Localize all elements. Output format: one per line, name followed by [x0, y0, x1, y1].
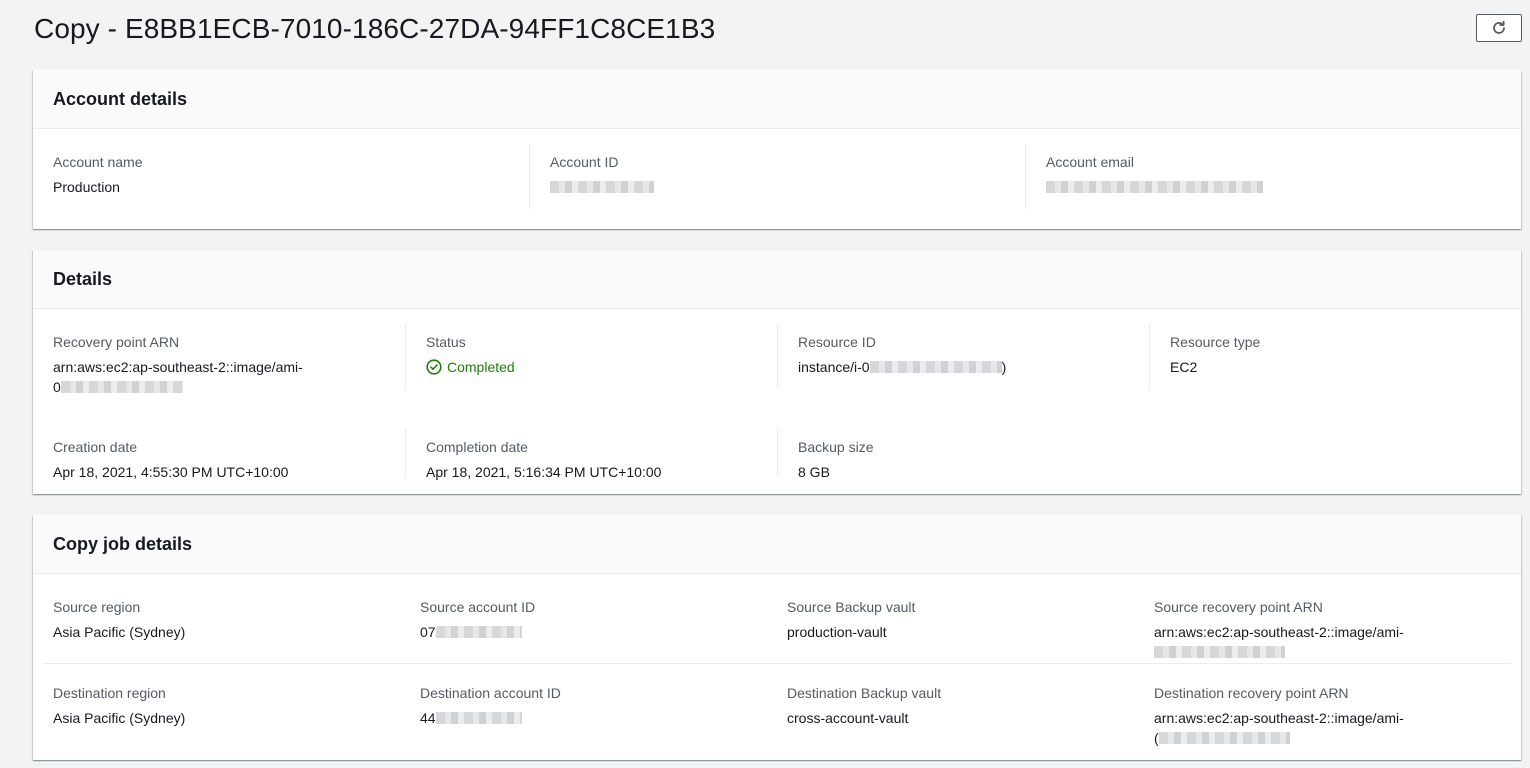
account-details-header: Account details: [33, 70, 1521, 129]
creation-date-field: Creation date Apr 18, 2021, 4:55:30 PM U…: [33, 437, 406, 482]
recovery-point-arn-text-2: 0: [53, 379, 61, 395]
copy-job-details-title: Copy job details: [53, 533, 193, 554]
source-account-id-prefix: 07: [420, 624, 436, 640]
backup-size-value: 8 GB: [798, 464, 830, 480]
destination-backup-vault-value: cross-account-vault: [787, 710, 909, 726]
resource-type-value: EC2: [1170, 359, 1198, 375]
account-name-field: Account name Production: [33, 152, 530, 209]
resource-type-field: Resource type EC2: [1149, 324, 1521, 389]
status-label: Status: [426, 334, 466, 350]
destination-region-value: Asia Pacific (Sydney): [53, 710, 186, 726]
account-name-value: Production: [53, 179, 120, 195]
redacted-account-id: [550, 181, 654, 193]
backup-size-label: Backup size: [798, 439, 874, 455]
source-region-field: Source region Asia Pacific (Sydney): [33, 597, 400, 642]
source-recovery-point-arn-value: arn:aws:ec2:ap-southeast-2::image/ami-: [1154, 622, 1521, 662]
source-account-id-value: 07: [420, 622, 767, 642]
account-email-label: Account email: [1046, 154, 1134, 170]
destination-recovery-point-arn-label: Destination recovery point ARN: [1154, 685, 1349, 701]
check-circle-icon: [426, 359, 442, 375]
recovery-point-arn-label: Recovery point ARN: [53, 334, 180, 350]
completion-date-field: Completion date Apr 18, 2021, 5:16:34 PM…: [405, 429, 778, 480]
copy-job-details-card: Copy job details Source region Asia Paci…: [33, 515, 1521, 760]
creation-date-label: Creation date: [53, 439, 138, 455]
resource-id-value: instance/i-0): [798, 357, 1150, 377]
creation-date-value: Apr 18, 2021, 4:55:30 PM UTC+10:00: [53, 464, 289, 480]
source-account-id-label: Source account ID: [420, 599, 536, 615]
source-backup-vault-field: Source Backup vault production-vault: [767, 597, 1134, 642]
source-recovery-point-arn-label: Source recovery point ARN: [1154, 599, 1323, 615]
destination-recovery-point-arn-value: arn:aws:ec2:ap-southeast-2::image/ami- (: [1154, 708, 1521, 748]
source-account-id-field: Source account ID 07: [400, 597, 767, 642]
backup-size-field: Backup size 8 GB: [777, 429, 1150, 480]
destination-backup-vault-field: Destination Backup vault cross-account-v…: [767, 683, 1134, 728]
source-region-value: Asia Pacific (Sydney): [53, 624, 186, 640]
source-backup-vault-value: production-vault: [787, 624, 887, 640]
redacted-resource-id: [869, 361, 1002, 373]
status-value: Completed: [426, 357, 778, 377]
account-email-field: Account email: [1025, 144, 1521, 209]
resource-type-label: Resource type: [1170, 334, 1261, 350]
redacted-destination-account-id: [435, 712, 522, 724]
redacted-recovery-point-arn: [60, 381, 183, 393]
account-name-label: Account name: [53, 154, 143, 170]
completion-date-value: Apr 18, 2021, 5:16:34 PM UTC+10:00: [426, 464, 662, 480]
destination-account-id-field: Destination account ID 44: [400, 683, 767, 728]
account-details-title: Account details: [53, 88, 188, 109]
account-id-value: [550, 177, 1026, 197]
status-text: Completed: [447, 359, 515, 375]
recovery-point-arn-value: arn:aws:ec2:ap-southeast-2::image/ami- 0: [53, 357, 406, 397]
completion-date-label: Completion date: [426, 439, 528, 455]
resource-id-text: instance/i-0: [798, 359, 870, 375]
source-backup-vault-label: Source Backup vault: [787, 599, 916, 615]
recovery-point-arn-text: arn:aws:ec2:ap-southeast-2::image/ami-: [53, 359, 303, 375]
details-title: Details: [53, 268, 113, 289]
copy-job-details-header: Copy job details: [33, 515, 1521, 574]
destination-region-label: Destination region: [53, 685, 166, 701]
details-header: Details: [33, 250, 1521, 309]
destination-recovery-point-arn-field: Destination recovery point ARN arn:aws:e…: [1134, 683, 1521, 748]
recovery-point-arn-field: Recovery point ARN arn:aws:ec2:ap-southe…: [33, 332, 406, 397]
source-region-label: Source region: [53, 599, 141, 615]
details-card: Details Recovery point ARN arn:aws:ec2:a…: [33, 250, 1521, 494]
destination-account-id-value: 44: [420, 708, 767, 728]
row-divider: [43, 663, 1511, 664]
page-header: Copy - E8BB1ECB-7010-186C-27DA-94FF1C8CE…: [34, 12, 1522, 52]
redacted-source-recovery-point-arn: [1154, 646, 1285, 658]
destination-account-id-label: Destination account ID: [420, 685, 561, 701]
account-details-card: Account details Account name Production …: [33, 70, 1521, 229]
resource-id-field: Resource ID instance/i-0): [777, 324, 1150, 389]
source-recovery-point-arn-field: Source recovery point ARN arn:aws:ec2:ap…: [1134, 597, 1521, 662]
source-recovery-point-arn-text: arn:aws:ec2:ap-southeast-2::image/ami-: [1154, 624, 1404, 640]
destination-account-id-prefix: 44: [420, 710, 436, 726]
refresh-icon: [1493, 20, 1505, 34]
redacted-source-account-id: [435, 626, 522, 638]
refresh-button[interactable]: [1476, 14, 1522, 42]
account-email-value: [1046, 177, 1521, 197]
redacted-account-email: [1046, 181, 1263, 193]
destination-region-field: Destination region Asia Pacific (Sydney): [33, 683, 400, 728]
destination-backup-vault-label: Destination Backup vault: [787, 685, 942, 701]
redacted-destination-recovery-point-arn: [1158, 732, 1290, 744]
account-id-label: Account ID: [550, 154, 619, 170]
destination-recovery-point-arn-text: arn:aws:ec2:ap-southeast-2::image/ami-: [1154, 710, 1404, 726]
status-field: Status Completed: [405, 324, 778, 389]
resource-id-label: Resource ID: [798, 334, 876, 350]
resource-id-suffix: ): [1001, 359, 1007, 375]
account-id-field: Account ID: [529, 144, 1026, 209]
page-title: Copy - E8BB1ECB-7010-186C-27DA-94FF1C8CE…: [34, 13, 716, 44]
